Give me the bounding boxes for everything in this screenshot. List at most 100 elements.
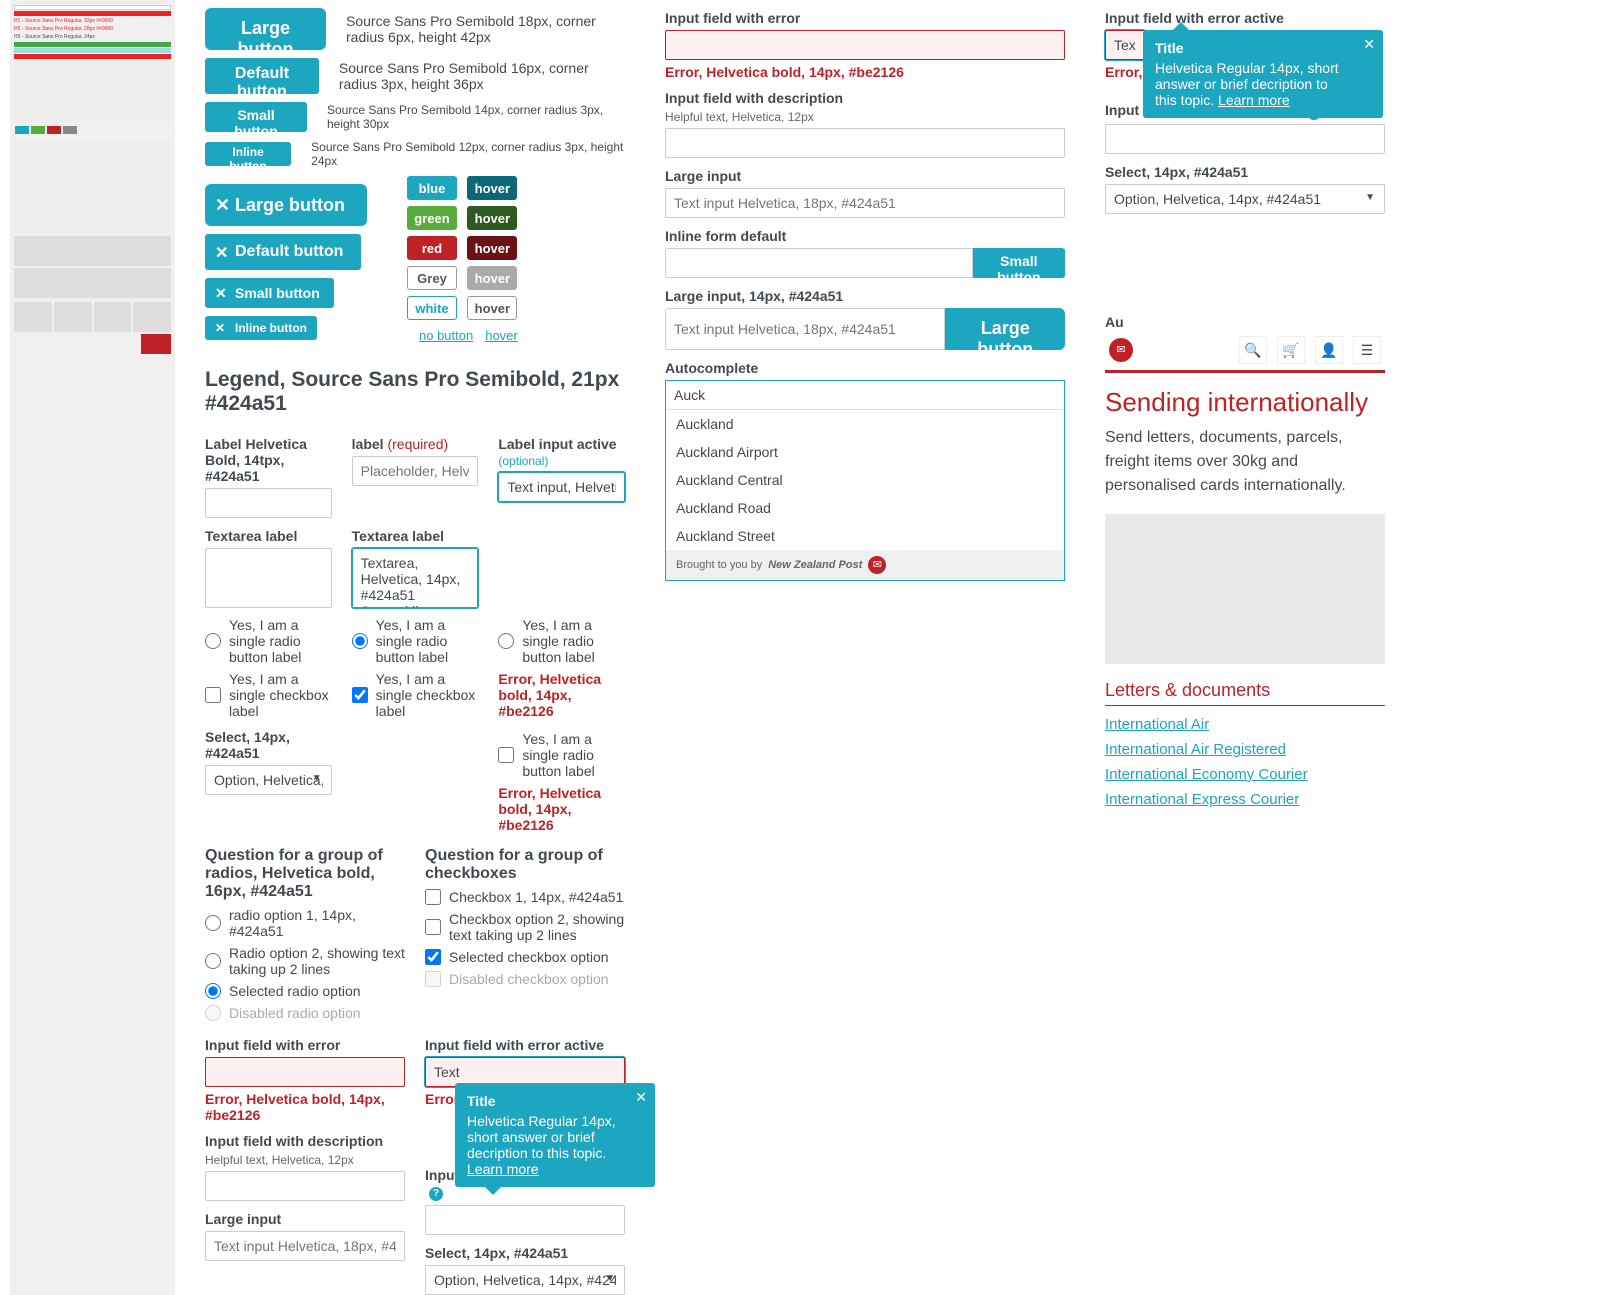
buttons-column: Large buttonSource Sans Pro Semibold 18p… [205,0,625,1295]
brand-logo-icon[interactable]: ✉ [1109,338,1133,362]
autocomplete-list: Auckland Auckland Airport Auckland Centr… [666,410,1064,550]
error-input[interactable] [205,1057,405,1087]
color-swatches: bluehover greenhover redhover Greyhover … [407,176,518,320]
textarea-active[interactable]: Textarea, Helvetica, 14px, #424a51 Secon… [352,548,479,608]
close-inline-button[interactable]: Inline button [205,316,317,340]
large-input-label-r: Large input [665,168,1065,184]
swatch-blue[interactable]: blue [407,176,457,200]
swatch-red-hover[interactable]: hover [467,236,517,260]
autocomplete-item[interactable]: Auckland [666,410,1064,438]
inline-button-desc: Source Sans Pro Semibold 12px, corner ra… [311,140,625,168]
check-opt-3[interactable] [425,949,441,965]
search-icon[interactable]: 🔍 [1239,336,1267,364]
hero-body: Send letters, documents, parcels, freigh… [1105,426,1385,498]
text-input-active[interactable] [498,472,625,502]
textarea[interactable] [205,548,332,608]
error-message: Error, Helvetica bold, 14px, #be2126 [205,1091,405,1123]
checkbox-single-error[interactable] [498,747,514,763]
swatch-red[interactable]: red [407,236,457,260]
inline-submit-button[interactable]: Small button [973,248,1065,278]
checkbox-single-1[interactable] [205,687,221,703]
error-input-active-r[interactable] [1105,30,1145,60]
default-button[interactable]: Default button [205,58,319,94]
swatch-white-hover[interactable]: hover [467,296,517,320]
tooltip-link-r[interactable]: Learn more [1218,92,1290,108]
field-label: Label Helvetica Bold, 14tpx, #424a51 [205,436,332,484]
desc-input-r[interactable] [665,128,1065,158]
radio-opt-3[interactable] [205,983,221,999]
autocomplete-item[interactable]: Auckland Road [666,494,1064,522]
error-input-label-r: Input field with error [665,10,1065,26]
large-button[interactable]: Large button [205,8,326,50]
swatch-grey[interactable]: Grey [407,266,457,290]
category-link[interactable]: International Air [1105,716,1385,733]
autocomplete: Auckland Auckland Airport Auckland Centr… [665,380,1065,581]
tooltip-close-icon-r[interactable]: ✕ [1363,36,1375,53]
radio-opt-1[interactable] [205,915,221,931]
radio-single-error[interactable] [498,633,514,649]
autocomplete-item[interactable]: Auckland Street [666,522,1064,550]
inline-input[interactable] [665,248,973,278]
autocomplete-input[interactable] [666,381,1064,410]
close-small-button[interactable]: Small button [205,278,334,308]
autocomplete-item[interactable]: Auckland Airport [666,438,1064,466]
radio-single-2[interactable] [352,633,368,649]
swatch-green[interactable]: green [407,206,457,230]
cart-icon[interactable]: 🛒 [1277,336,1305,364]
far-right-column: Input field with error active ✕ Title He… [1105,0,1385,1295]
select[interactable]: Option, Helvetica, 14px, #424a51 [205,765,332,795]
right-forms-column: Input field with error Error, Helvetica … [665,0,1065,1295]
desc-input[interactable] [205,1171,405,1201]
swatch-green-hover[interactable]: hover [467,206,517,230]
check-opt-4 [425,971,441,987]
large-input-r[interactable] [665,188,1065,218]
error-input-r[interactable] [665,30,1065,60]
check-opt-1[interactable] [425,889,441,905]
large-input-2[interactable] [665,308,945,350]
help-input[interactable] [425,1205,625,1235]
error-active-label-r: Input field with error active [1105,10,1385,26]
category-link[interactable]: International Economy Courier [1105,766,1385,783]
swatch-blue-hover[interactable]: hover [467,176,517,200]
error-input-label: Input field with error [205,1037,405,1053]
category-link[interactable]: International Air Registered [1105,741,1385,758]
site-nav: ✉ 🔍 🛒 👤 ☰ [1105,330,1385,373]
radio-single-1[interactable] [205,633,221,649]
radio-opt-2[interactable] [205,953,221,969]
user-icon[interactable]: 👤 [1315,336,1343,364]
tooltip-close-icon[interactable]: ✕ [635,1089,647,1106]
close-large-button[interactable]: Large button [205,184,367,226]
close-default-button[interactable]: Default button [205,234,361,270]
tooltip-link[interactable]: Learn more [467,1161,539,1177]
inline-form-label: Inline form default [665,228,1065,244]
error-msg-r: Error, Helvetica bold, 14px, #be2126 [665,64,1065,80]
check-opt-2[interactable] [425,919,441,935]
autocomplete-item[interactable]: Auckland Central [666,466,1064,494]
select-r[interactable]: Option, Helvetica, 14px, #424a51 [1105,184,1385,214]
field-label-active: Label input active (optional) [498,436,625,468]
menu-icon[interactable]: ☰ [1353,336,1381,364]
large-input[interactable] [205,1231,405,1261]
select-2[interactable]: Option, Helvetica, 14px, #424a51 [425,1265,625,1295]
inline-button[interactable]: Inline button [205,142,291,166]
error-active-label: Input field with error active [425,1037,625,1053]
hover-link[interactable]: hover [485,328,518,343]
nzpost-logo-icon: ✉ [868,556,886,574]
checkbox-single-2[interactable] [352,687,368,703]
help-input-r[interactable] [1105,124,1385,154]
help-icon[interactable]: ? [429,1187,443,1201]
radio-opt-4 [205,1005,221,1021]
page-thumbnail: H1 - Source Sans Pro Regular, 32px ##000… [10,0,175,1295]
category-link[interactable]: International Express Courier [1105,791,1385,808]
category-links: Letters & documents International Air In… [1105,680,1385,808]
text-input[interactable] [205,488,332,518]
desc-help-r: Helpful text, Helvetica, 12px [665,110,1065,124]
autocomplete-label: Autocomplete [665,360,1065,376]
swatch-white[interactable]: white [407,296,457,320]
small-button[interactable]: Small button [205,102,307,132]
swatch-grey-hover[interactable]: hover [467,266,517,290]
text-input-placeholder[interactable] [352,456,479,486]
large-submit-button[interactable]: Large button [945,308,1065,350]
select-label-2: Select, 14px, #424a51 [425,1245,625,1261]
no-button-link[interactable]: no button [419,328,473,343]
